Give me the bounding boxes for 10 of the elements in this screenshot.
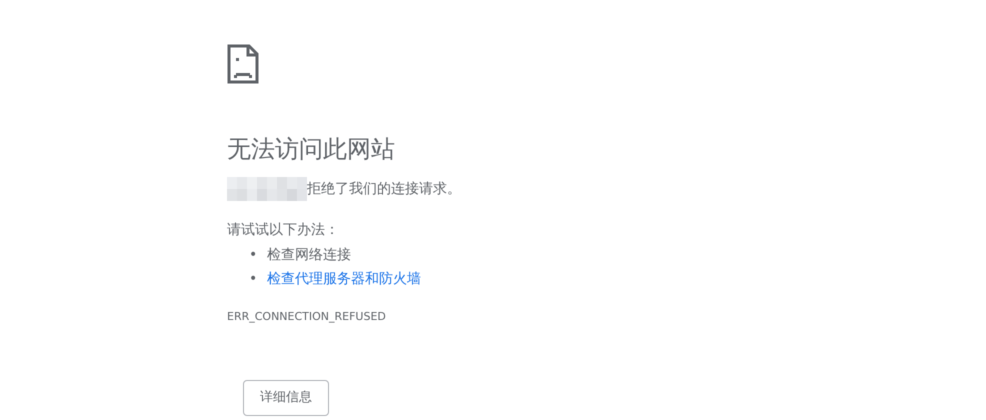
error-code: ERR_CONNECTION_REFUSED xyxy=(227,309,386,325)
suggestion-text: 检查网络连接 xyxy=(267,247,351,263)
details-button[interactable]: 详细信息 xyxy=(243,380,329,416)
bullet-marker: • xyxy=(249,270,258,289)
suggestions-heading: 请试试以下办法： xyxy=(227,221,339,240)
page-heading: 无法访问此网站 xyxy=(227,134,396,165)
suggestion-link[interactable]: 检查代理服务器和防火墙 xyxy=(267,271,421,287)
sad-page-icon xyxy=(227,44,259,84)
message-text: 拒绝了我们的连接请求。 xyxy=(307,180,461,198)
bullet-marker: • xyxy=(249,246,258,265)
